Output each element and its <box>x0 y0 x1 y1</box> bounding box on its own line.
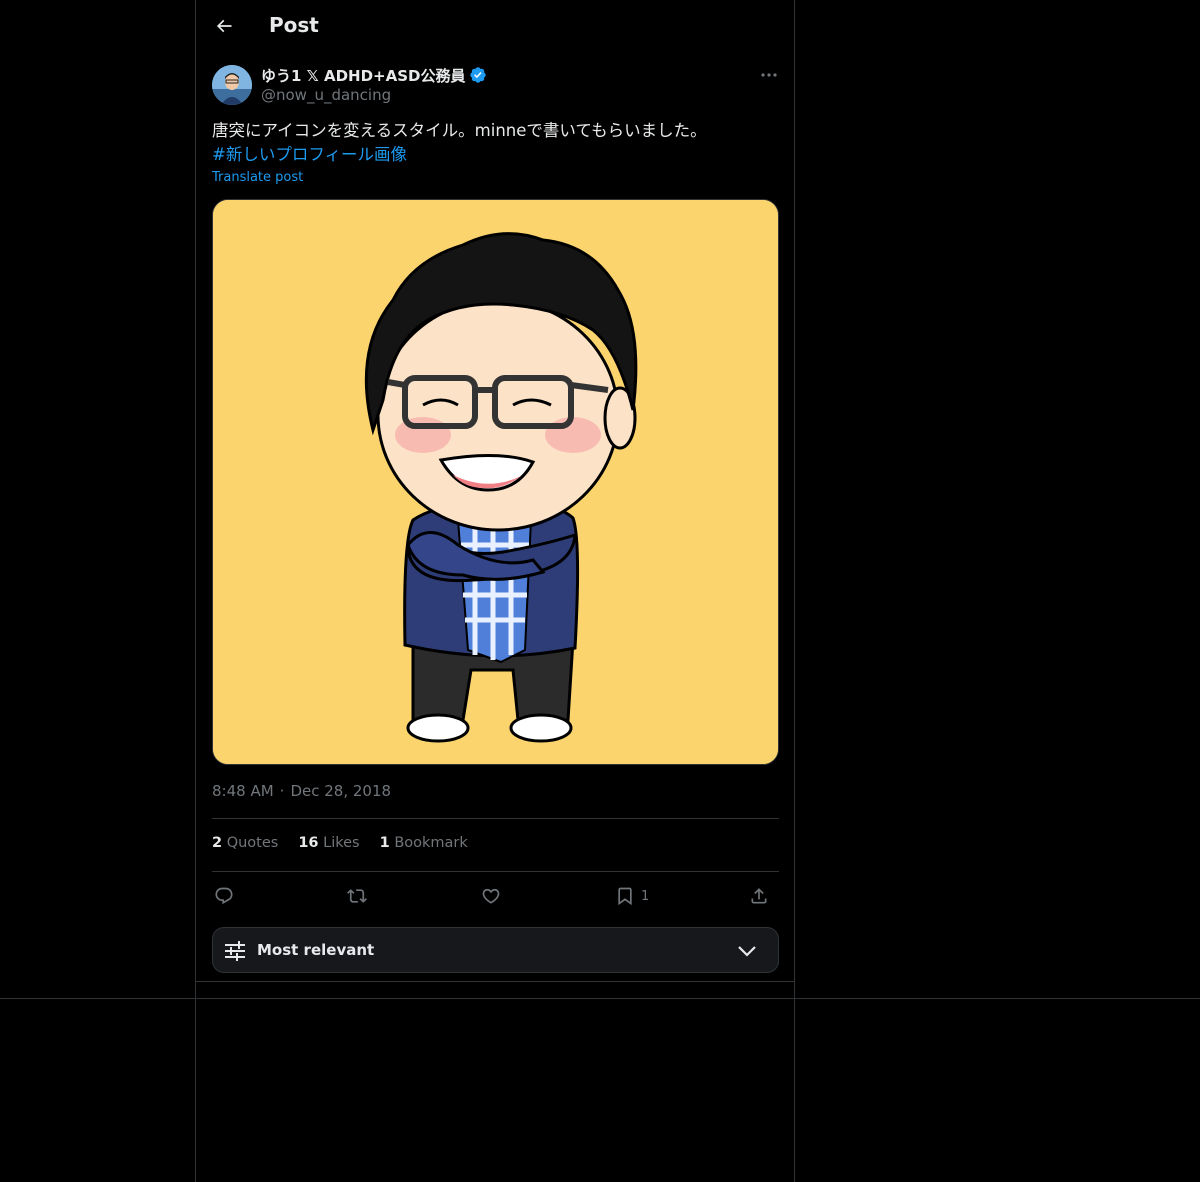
more-icon <box>761 73 777 77</box>
bookmark-icon <box>618 887 632 906</box>
post-time: 8:48 AM <box>212 782 274 800</box>
quotes-count: 2 <box>212 835 223 851</box>
post-stats: 2 Quotes 16 Likes 1 Bookmark <box>212 835 468 851</box>
repost-icon <box>347 889 367 903</box>
likes-count: 16 <box>298 835 319 851</box>
sliders-icon <box>225 941 245 961</box>
heart-icon <box>482 888 500 904</box>
sort-label: Most relevant <box>257 941 375 959</box>
replies-sort-dropdown[interactable]: Most relevant <box>212 927 779 973</box>
avatar[interactable] <box>212 65 252 105</box>
post-column: Post ゆう1 𝕏 ADHD+ASD公務員 @now_u_dancing 唐突… <box>195 0 795 1182</box>
likes-stat[interactable]: 16 Likes <box>298 835 359 851</box>
translate-post-link[interactable]: Translate post <box>212 170 303 185</box>
author-display-name[interactable]: ゆう1 𝕏 ADHD+ASD公務員 <box>261 65 465 86</box>
post-text-line: 唐突にアイコンを変えるスタイル。minneで書いてもらいました。 <box>212 121 707 140</box>
divider <box>212 871 779 872</box>
post-text: 唐突にアイコンを変えるスタイル。minneで書いてもらいました。 #新しいプロフ… <box>212 119 782 167</box>
back-button[interactable] <box>208 10 240 42</box>
post-date: Dec 28, 2018 <box>290 782 392 800</box>
share-button[interactable] <box>749 883 769 909</box>
likes-label: Likes <box>323 835 360 851</box>
like-button[interactable] <box>481 883 501 909</box>
repost-button[interactable] <box>347 883 367 909</box>
more-options-button[interactable] <box>756 64 782 86</box>
post-actions-bar: 1 <box>212 880 779 912</box>
bookmark-count: 1 <box>641 888 650 904</box>
page-title: Post <box>269 13 319 37</box>
page-header: Post <box>196 0 796 54</box>
bookmarks-stat[interactable]: 1 Bookmark <box>380 835 468 851</box>
post-image[interactable] <box>212 199 779 765</box>
reply-button[interactable] <box>214 883 234 909</box>
author-name-row: ゆう1 𝕏 ADHD+ASD公務員 <box>261 65 487 85</box>
post-timestamp[interactable]: 8:48 AM · Dec 28, 2018 <box>212 782 391 800</box>
share-icon <box>751 888 767 904</box>
author-handle[interactable]: @now_u_dancing <box>261 86 391 104</box>
bookmarks-label: Bookmark <box>394 835 468 851</box>
quotes-label: Quotes <box>226 835 279 851</box>
quotes-stat[interactable]: 2 Quotes <box>212 835 278 851</box>
reply-icon <box>215 887 233 905</box>
hashtag-link[interactable]: #新しいプロフィール画像 <box>212 143 782 167</box>
divider <box>212 818 779 819</box>
cartoon-portrait-illustration <box>213 200 778 764</box>
bookmark-button[interactable]: 1 <box>615 883 649 909</box>
bookmarks-count: 1 <box>379 835 390 851</box>
chevron-down-icon <box>738 946 756 957</box>
arrow-left-icon <box>216 19 232 33</box>
verified-badge-icon[interactable] <box>469 66 487 84</box>
timestamp-separator: · <box>279 782 285 800</box>
